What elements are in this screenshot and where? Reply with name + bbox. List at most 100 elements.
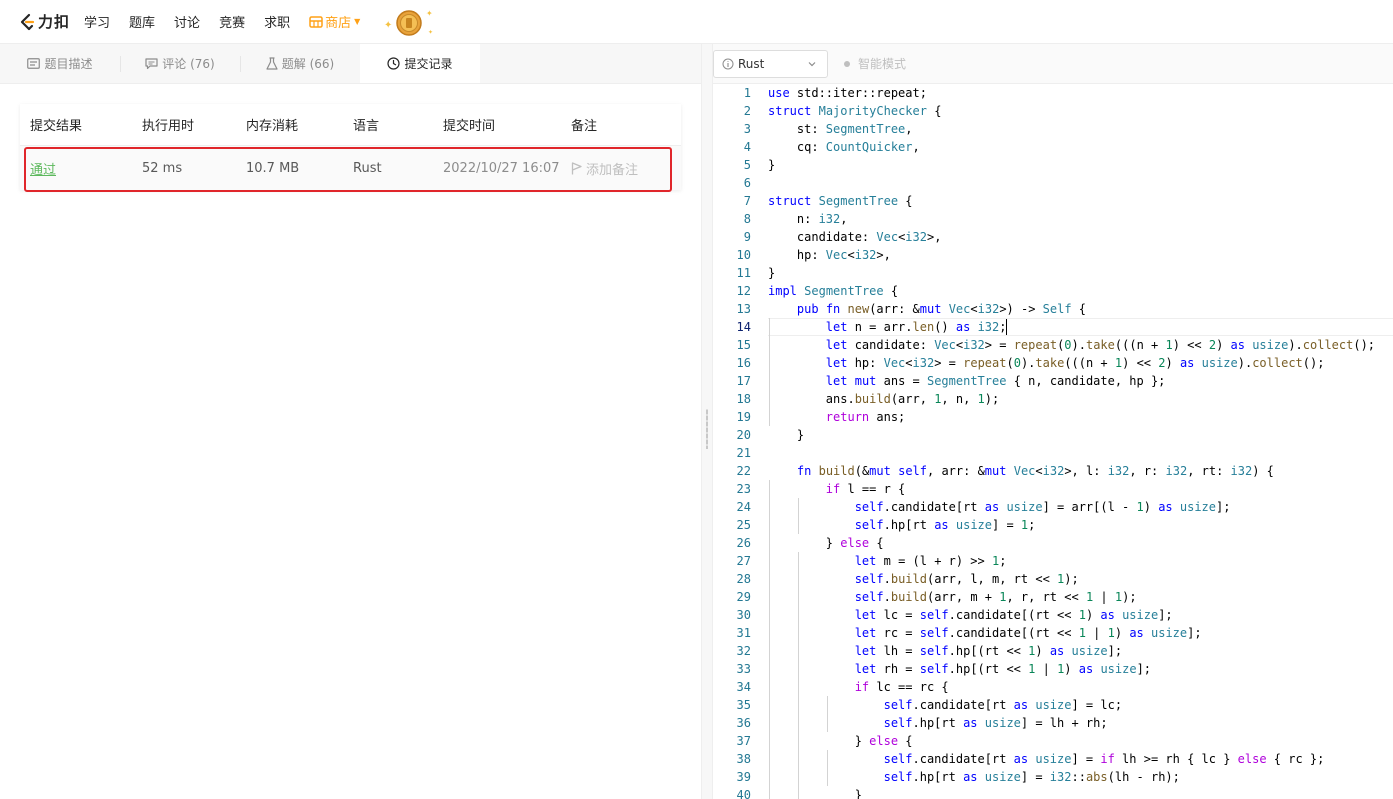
indent-guide: [769, 786, 771, 799]
left-pane: 题目描述 评论 (76) 题解 (66) 提交记录 提交结果 执行用时 内存消耗…: [0, 44, 701, 799]
tab-comments-label: 评论 (76): [162, 57, 215, 71]
line-number: 6: [743, 176, 751, 190]
code-line: let hp: Vec<i32> = repeat(0).take(((n + …: [825, 356, 1325, 370]
tab-solutions-label: 题解 (66): [281, 57, 335, 71]
line-number: 29: [736, 590, 751, 604]
line-number: 33: [736, 662, 751, 676]
coin-icon: ✦ ✦ ✦: [384, 9, 433, 36]
indent-guide: [769, 570, 771, 588]
add-note-button[interactable]: 添加备注: [571, 159, 681, 178]
indent-guide: [827, 696, 829, 714]
code-line: st: SegmentTree,: [768, 122, 913, 136]
line-number: 36: [736, 716, 751, 730]
indent-guide: [769, 480, 771, 498]
indent-guide: [827, 714, 829, 732]
indent-guide: [769, 552, 771, 570]
code-line: let n = arr.len() as i32;: [825, 320, 1007, 334]
nav-contest[interactable]: 竞赛: [219, 12, 245, 31]
comment-icon: [145, 57, 158, 69]
line-number: 23: [736, 482, 751, 496]
indent-guide: [798, 606, 800, 624]
line-number: 11: [736, 266, 751, 280]
tab-submissions[interactable]: 提交记录: [360, 44, 480, 83]
tab-comments[interactable]: 评论 (76): [120, 44, 240, 83]
code-line: let lc = self.candidate[(rt << 1) as usi…: [854, 608, 1173, 622]
svg-text:✦: ✦: [384, 20, 392, 31]
code-editor[interactable]: 1 use std::iter::repeat; 2 struct MajorityC…: [713, 84, 1393, 799]
line-number: 38: [736, 752, 751, 766]
line-number: 7: [743, 194, 751, 208]
logo[interactable]: 力扣: [18, 11, 70, 32]
header-status: 提交结果: [30, 119, 83, 134]
code-editor-pane: Rust 智能模式 1 use std::iter::repeat; 2 struct…: [713, 44, 1393, 799]
smart-mode-toggle[interactable]: 智能模式: [844, 55, 906, 72]
clock-icon: [387, 56, 401, 70]
indent-guide: [798, 660, 800, 678]
indent-guide: [798, 678, 800, 696]
indent-guide: [798, 642, 800, 660]
nav-discuss[interactable]: 讨论: [174, 12, 200, 31]
top-navigation: 力扣 学习 题库 讨论 竞赛 求职 商店 ▼ ✦ ✦ ✦: [0, 0, 1393, 44]
line-number: 20: [736, 428, 751, 442]
flag-icon: [571, 161, 582, 174]
line-number: 2: [743, 104, 751, 118]
indent-guide: [827, 768, 829, 786]
indent-guide: [798, 768, 800, 786]
runtime-cell: 52 ms: [142, 160, 183, 176]
indent-guide: [769, 714, 771, 732]
indent-guide: [769, 660, 771, 678]
line-number: 14: [736, 320, 751, 334]
table-row[interactable]: 通过 52 ms 10.7 MB Rust 2022/10/27 16:07 添…: [20, 146, 681, 190]
nav-learn[interactable]: 学习: [84, 12, 110, 31]
line-number: 5: [743, 158, 751, 172]
leetcode-logo-icon: [20, 13, 35, 30]
indent-guide: [769, 372, 771, 390]
indent-guide: [769, 516, 771, 534]
language-select-value: Rust: [738, 56, 765, 71]
line-number: 13: [736, 302, 751, 316]
indent-guide: [769, 696, 771, 714]
indent-guide: [798, 624, 800, 642]
pane-splitter[interactable]: [701, 44, 713, 799]
code-line: use std::iter::repeat;: [768, 86, 927, 100]
indent-guide: [769, 408, 771, 426]
indent-guide: [769, 732, 771, 750]
line-number: 19: [736, 410, 751, 424]
nav-jobs[interactable]: 求职: [264, 12, 290, 31]
tab-description[interactable]: 题目描述: [0, 44, 120, 83]
line-number: 34: [736, 680, 751, 694]
code-line: self.build(arr, l, m, rt << 1);: [854, 572, 1079, 586]
indent-guide: [769, 624, 771, 642]
nav-problems[interactable]: 题库: [129, 12, 155, 31]
indent-guide: [769, 768, 771, 786]
header-memory: 内存消耗: [246, 119, 299, 134]
indent-guide: [798, 552, 800, 570]
indent-guide: [798, 516, 800, 534]
indent-guide: [769, 354, 771, 372]
smart-mode-label: 智能模式: [858, 57, 907, 71]
indent-guide: [798, 786, 800, 799]
code-line: self.hp[rt as usize] = i32::abs(lh - rh)…: [883, 770, 1180, 784]
line-number: 24: [736, 500, 751, 514]
indent-guide: [769, 390, 771, 408]
line-number: 37: [736, 734, 751, 748]
nav-store-label: 商店: [325, 16, 352, 31]
svg-text:✦: ✦: [426, 9, 433, 18]
language-select[interactable]: Rust: [713, 49, 828, 78]
indent-guide: [769, 678, 771, 696]
line-number: 26: [736, 536, 751, 550]
coin-badge[interactable]: ✦ ✦ ✦: [382, 4, 438, 40]
text-cursor: [1006, 319, 1008, 335]
code-line: ans.build(arr, 1, n, 1);: [768, 392, 1000, 406]
line-number: 16: [736, 356, 751, 370]
line-number: 39: [736, 770, 751, 784]
code-line: self.build(arr, m + 1, r, rt << 1 | 1);: [854, 590, 1137, 604]
line-number: 15: [736, 338, 751, 352]
nav-store[interactable]: 商店 ▼: [309, 12, 360, 31]
chevron-down-icon: [808, 61, 816, 66]
tab-solutions[interactable]: 题解 (66): [240, 44, 360, 83]
code-line: if l == r {: [825, 482, 906, 496]
indent-guide: [769, 336, 771, 354]
status-link[interactable]: 通过: [30, 163, 56, 178]
code-line: let rh = self.hp[(rt << 1 | 1) as usize]…: [854, 662, 1152, 676]
